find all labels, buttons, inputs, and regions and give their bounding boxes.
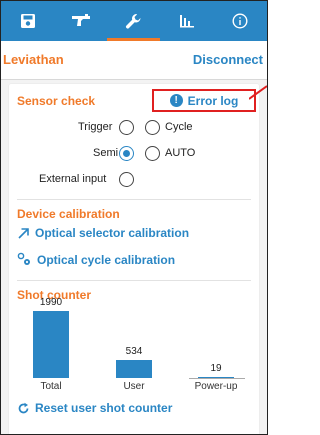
reset-user-shot-counter-label: Reset user shot counter	[35, 401, 173, 415]
optical-cycle-calibration-link[interactable]: Optical cycle calibration	[17, 252, 175, 267]
reset-user-shot-counter-button[interactable]: Reset user shot counter	[17, 401, 172, 415]
wrench-icon	[125, 13, 141, 29]
tab-gun[interactable]	[54, 1, 107, 41]
chart-baseline	[189, 378, 245, 379]
bar-chart-icon	[179, 15, 194, 28]
semi-label: Semi	[93, 147, 119, 159]
top-tab-bar	[1, 1, 267, 41]
optical-selector-calibration-link[interactable]: Optical selector calibration	[17, 226, 189, 240]
refresh-icon	[18, 402, 29, 413]
tab-info[interactable]	[213, 1, 266, 41]
gears-icon	[17, 252, 30, 265]
info-icon	[231, 13, 248, 29]
error-log-button[interactable]: ! Error log	[152, 89, 256, 112]
bar-category-label: User	[123, 381, 145, 392]
disconnect-button[interactable]: Disconnect	[193, 52, 263, 67]
gun-icon	[71, 14, 90, 26]
trigger-label: Trigger	[78, 121, 113, 133]
bar-user	[116, 360, 152, 378]
bar-value-label: 19	[210, 363, 222, 374]
bar-category-label: Power-up	[194, 381, 238, 392]
error-log-label: Error log	[187, 93, 239, 108]
auto-radio[interactable]	[145, 146, 160, 161]
annotation-arrow	[249, 85, 267, 100]
cycle-radio[interactable]	[145, 120, 160, 135]
error-icon: !	[169, 94, 183, 107]
sensor-check-title: Sensor check	[17, 94, 96, 108]
device-name: Leviathan	[3, 52, 64, 67]
bar-total	[33, 311, 69, 378]
bar-value-label: 534	[125, 346, 143, 357]
bar-value-label: 1990	[39, 297, 63, 308]
divider	[17, 280, 251, 281]
app-frame: Leviathan Disconnect Sensor check ! Erro…	[0, 0, 268, 435]
auto-label: AUTO	[165, 147, 196, 159]
tools-card: Sensor check ! Error log Trigger Cycle S…	[9, 84, 259, 434]
tab-stats[interactable]	[160, 1, 213, 41]
divider	[17, 199, 251, 200]
optical-cycle-calibration-label: Optical cycle calibration	[37, 252, 176, 267]
cycle-label: Cycle	[165, 121, 193, 133]
device-calibration-title: Device calibration	[17, 207, 120, 221]
external-input-radio[interactable]	[119, 172, 134, 187]
tab-tools[interactable]	[107, 1, 160, 41]
optical-selector-calibration-label: Optical selector calibration	[35, 226, 190, 240]
tab-save[interactable]	[1, 1, 54, 41]
arrow-up-right-icon	[18, 227, 29, 239]
save-icon	[20, 14, 35, 28]
semi-radio[interactable]	[119, 146, 134, 161]
external-input-label: External input	[39, 173, 107, 185]
bar-category-label: Total	[40, 381, 62, 392]
trigger-radio[interactable]	[119, 120, 134, 135]
device-header: Leviathan Disconnect	[1, 41, 267, 80]
